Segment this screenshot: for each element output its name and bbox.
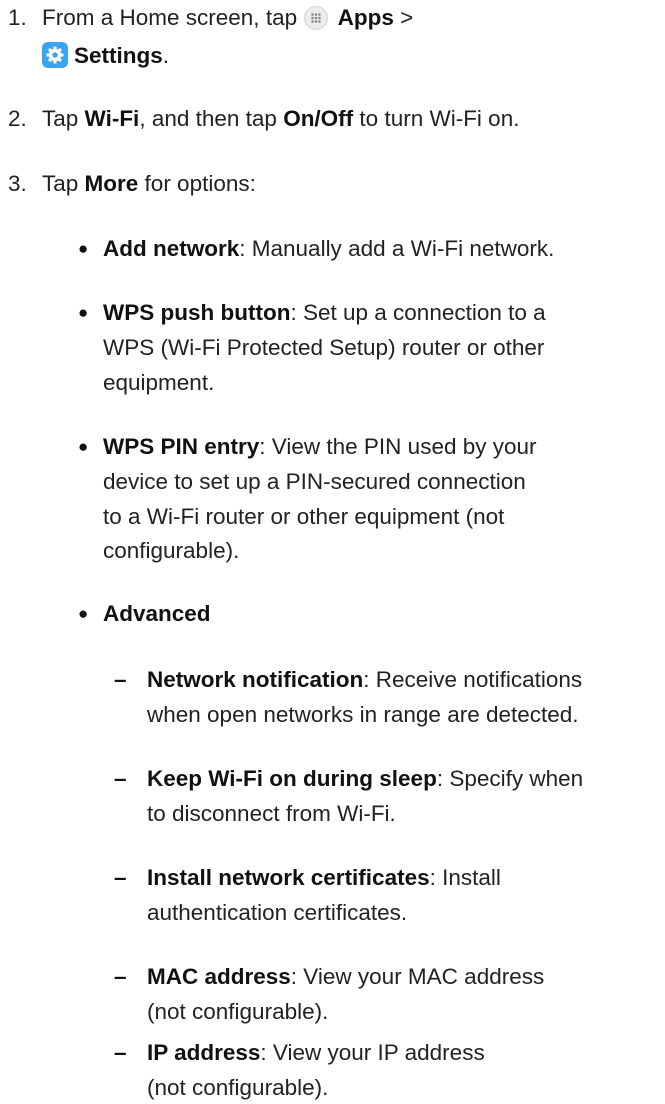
step-text: From a Home screen, tap xyxy=(42,5,304,30)
option-text: to a Wi-Fi router or other equipment (no… xyxy=(103,504,505,529)
step-number: 2. xyxy=(8,106,27,131)
advanced-text: : View your MAC address xyxy=(290,964,545,989)
onoff-label: On/Off xyxy=(283,106,354,131)
advanced-text: : Specify when xyxy=(436,766,584,791)
option-line: Add network: Manually add a Wi-Fi networ… xyxy=(103,233,554,265)
option-text: WPS (Wi-Fi Protected Setup) router or ot… xyxy=(103,335,545,360)
wifi-label: Wi-Fi xyxy=(84,106,140,131)
advanced-title: IP address xyxy=(147,1040,261,1065)
apps-icon xyxy=(304,6,329,30)
option-text: : Set up a connection to a xyxy=(290,300,546,325)
advanced-text: when open networks in range are detected… xyxy=(147,702,579,727)
advanced-text: to disconnect from Wi-Fi. xyxy=(147,801,396,826)
step-3-text: Tap More for options: xyxy=(42,168,256,200)
step-text: for options: xyxy=(138,171,256,196)
step-text: to turn Wi-Fi on. xyxy=(353,106,520,131)
option-title: WPS PIN entry xyxy=(103,434,260,459)
step-1-line-1: From a Home screen, tap Apps > xyxy=(42,2,413,34)
option-line: WPS PIN entry: View the PIN used by your xyxy=(103,431,537,463)
apps-label: Apps xyxy=(337,5,394,30)
option-title: Advanced xyxy=(103,601,211,626)
option-text: : View the PIN used by your xyxy=(259,434,537,459)
advanced-text: authentication certificates. xyxy=(147,900,408,925)
advanced-line: Keep Wi-Fi on during sleep: Specify when xyxy=(147,763,583,795)
bullet: ● xyxy=(78,437,89,456)
more-label: More xyxy=(84,171,139,196)
option-line: Advanced xyxy=(103,598,211,630)
option-line: WPS push button: Set up a connection to … xyxy=(103,297,546,329)
dash: – xyxy=(114,964,127,989)
step-number: 1. xyxy=(8,5,27,30)
advanced-text: : View your IP address xyxy=(260,1040,485,1065)
advanced-text: (not configurable). xyxy=(147,999,329,1024)
bullet: ● xyxy=(78,303,89,322)
bullet: ● xyxy=(78,604,89,623)
advanced-text: : Install xyxy=(429,865,501,890)
advanced-title: MAC address xyxy=(147,964,291,989)
step-1-line-2: Settings. xyxy=(42,40,169,72)
step-text: , and then tap xyxy=(139,106,284,131)
step-text: Tap xyxy=(42,171,85,196)
advanced-title: Network notification xyxy=(147,667,364,692)
advanced-line: MAC address: View your MAC address xyxy=(147,961,544,993)
option-text: device to set up a PIN-secured connectio… xyxy=(103,469,526,494)
advanced-title: Install network certificates xyxy=(147,865,430,890)
step-text: . xyxy=(162,43,170,68)
option-text: configurable). xyxy=(103,538,240,563)
step-text: > xyxy=(393,5,414,30)
dash: – xyxy=(114,865,127,890)
advanced-line: IP address: View your IP address xyxy=(147,1037,485,1069)
step-2-text: Tap Wi-Fi, and then tap On/Off to turn W… xyxy=(42,103,519,135)
instructions-page: 1. From a Home screen, tap Apps > Settin… xyxy=(0,0,665,1100)
advanced-text: : Receive notifications xyxy=(363,667,583,692)
option-text: : Manually add a Wi-Fi network. xyxy=(239,236,555,261)
dash: – xyxy=(114,766,127,791)
dash: – xyxy=(114,667,127,692)
step-text: Tap xyxy=(42,106,85,131)
settings-label: Settings xyxy=(74,43,163,68)
advanced-line: Install network certificates: Install xyxy=(147,862,501,894)
advanced-line: Network notification: Receive notificati… xyxy=(147,664,582,696)
step-number: 3. xyxy=(8,171,27,196)
option-title: Add network xyxy=(103,236,240,261)
advanced-text: (not configurable). xyxy=(147,1075,329,1100)
advanced-title: Keep Wi-Fi on during sleep xyxy=(147,766,437,791)
dash: – xyxy=(114,1040,127,1065)
settings-gear-icon xyxy=(42,42,68,68)
option-title: WPS push button xyxy=(103,300,291,325)
option-text: equipment. xyxy=(103,370,215,395)
bullet: ● xyxy=(78,239,89,258)
